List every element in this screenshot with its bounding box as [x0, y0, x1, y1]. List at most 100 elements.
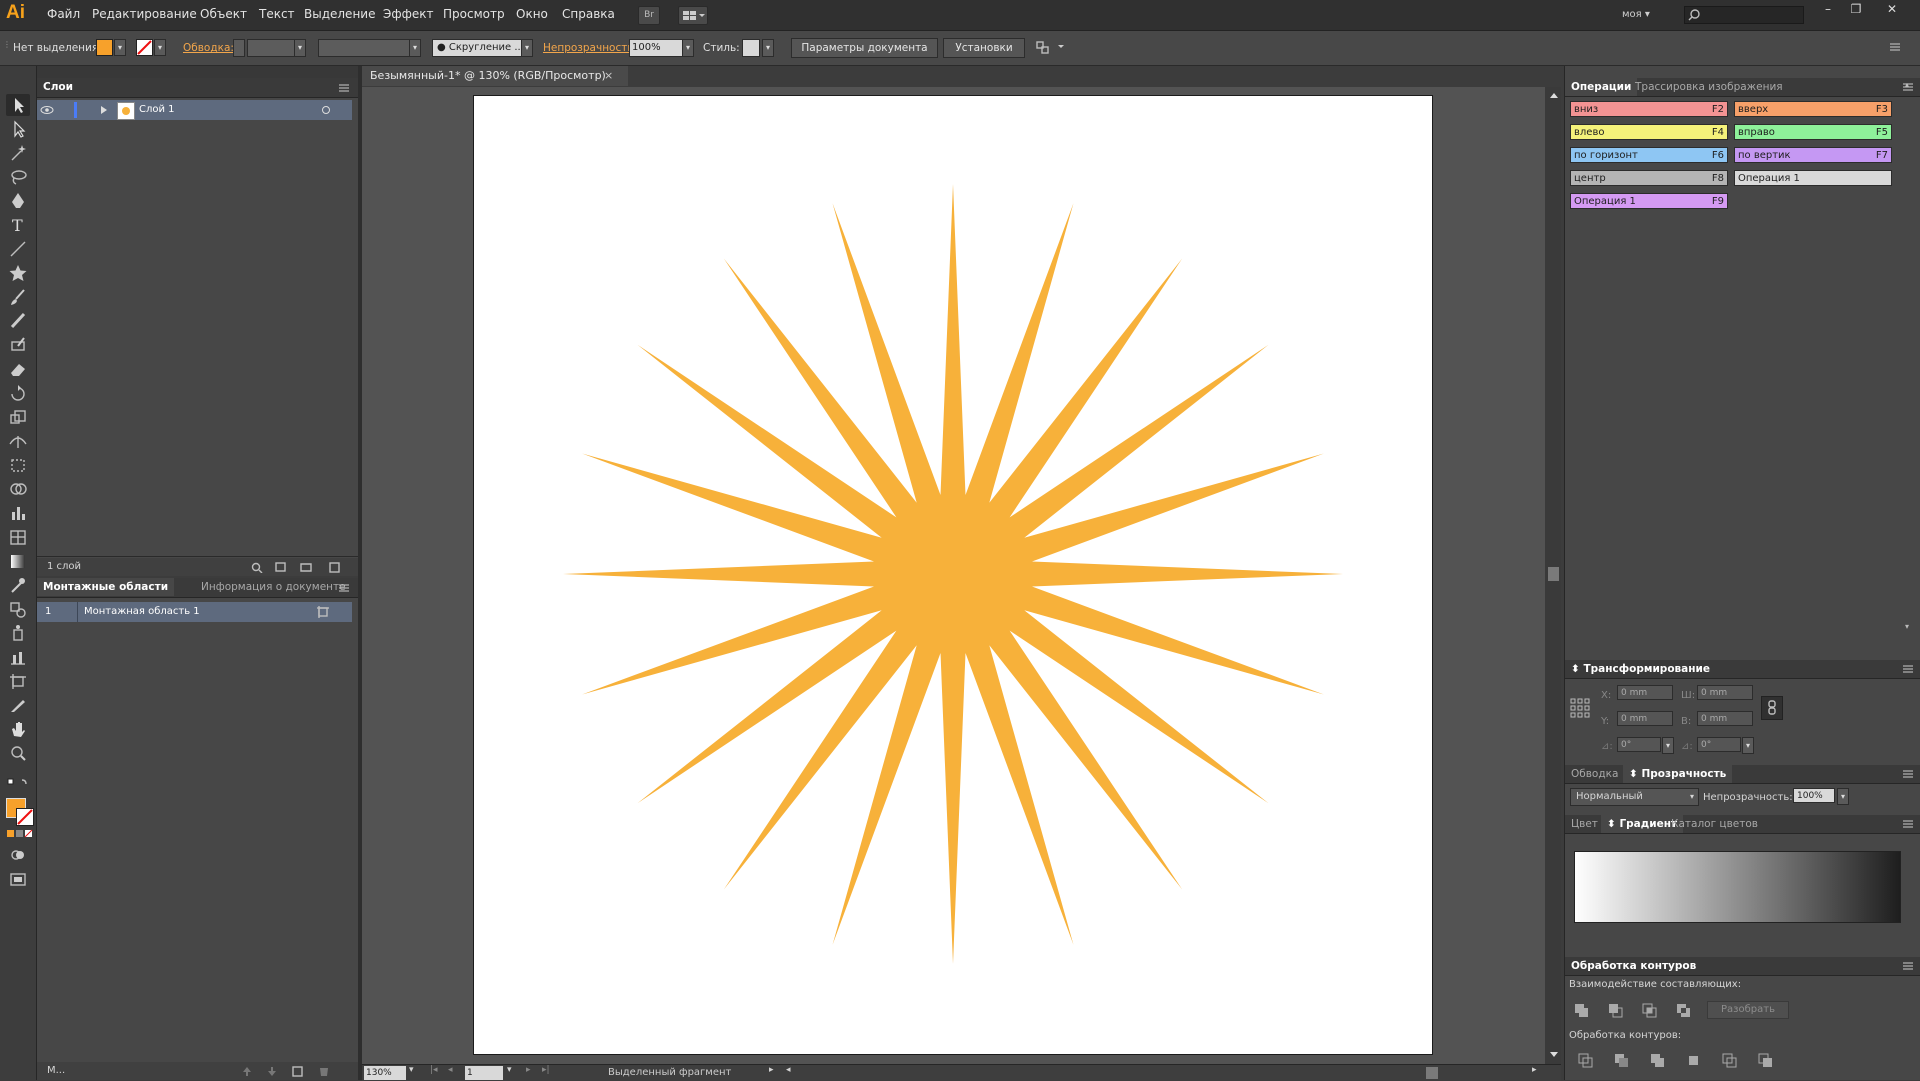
last-artboard-icon[interactable]: ▸|	[542, 1065, 550, 1075]
stroke-swatch[interactable]	[136, 39, 153, 56]
menu-window[interactable]: Окно	[516, 7, 548, 21]
fill-swatch[interactable]	[96, 39, 113, 56]
reference-point-icon[interactable]	[1570, 698, 1590, 718]
merge-icon[interactable]	[1649, 1052, 1667, 1068]
drawing-mode-tool[interactable]	[6, 844, 30, 866]
menu-file[interactable]: Файл	[47, 7, 80, 21]
tab-image-trace[interactable]: Трассировка изображения	[1629, 78, 1789, 96]
menu-help[interactable]: Справка	[562, 7, 615, 21]
panel-menu-icon[interactable]	[1901, 664, 1915, 674]
tab-swatches[interactable]: Каталог цветов	[1665, 815, 1764, 833]
tab-stroke[interactable]: Обводка	[1565, 765, 1624, 783]
type-tool[interactable]: T	[6, 214, 30, 236]
menu-effect[interactable]: Эффект	[383, 7, 434, 21]
gradient-preview[interactable]	[1574, 851, 1901, 923]
brush-dropdown[interactable]: ▾	[521, 39, 533, 57]
panel-menu-icon[interactable]	[1901, 769, 1915, 779]
tab-document-info[interactable]: Информация о документе	[195, 578, 352, 596]
transparency-opacity-field[interactable]: 100%	[1793, 788, 1835, 803]
menu-view[interactable]: Просмотр	[443, 7, 505, 21]
scroll-up-icon[interactable]	[1549, 91, 1559, 99]
default-colors-icon[interactable]	[6, 778, 30, 788]
stroke-weight-stepper[interactable]	[233, 39, 245, 57]
mesh-tool[interactable]	[6, 526, 30, 548]
stroke-label[interactable]: Обводка:	[183, 42, 234, 54]
divide-icon[interactable]	[1577, 1052, 1595, 1068]
starburst-shape[interactable]	[563, 184, 1343, 964]
menu-edit[interactable]: Редактирование	[92, 7, 197, 21]
eraser-tool[interactable]	[6, 358, 30, 380]
eyedropper-tool[interactable]	[6, 574, 30, 596]
hand-tool[interactable]	[6, 718, 30, 740]
blend-tool[interactable]	[6, 598, 30, 620]
unite-icon[interactable]	[1573, 1002, 1591, 1018]
opacity-dropdown[interactable]: ▾	[682, 39, 694, 57]
prev-artboard-icon[interactable]: ◂	[448, 1065, 453, 1075]
graph-tool[interactable]	[6, 502, 30, 524]
artboard-tool[interactable]	[6, 670, 30, 692]
minus-front-icon[interactable]	[1607, 1002, 1625, 1018]
action-button[interactable]: Операция 1 F9	[1570, 193, 1728, 209]
artboard-options-icon[interactable]	[316, 605, 330, 619]
artboard[interactable]	[473, 95, 1433, 1055]
arrange-documents-button[interactable]	[678, 6, 708, 25]
expand-button[interactable]: Разобрать	[1707, 1001, 1789, 1019]
stroke-weight-dropdown[interactable]: ▾	[294, 39, 306, 57]
fill-dropdown[interactable]: ▾	[114, 39, 126, 56]
line-tool[interactable]	[6, 238, 30, 260]
scroll-right-icon[interactable]: ▸	[1532, 1065, 1537, 1075]
star-tool[interactable]	[6, 262, 30, 284]
target-circle-icon[interactable]	[321, 105, 331, 115]
style-dropdown[interactable]: ▾	[762, 39, 774, 57]
scroll-down-icon[interactable]	[1549, 1051, 1559, 1059]
free-transform-tool[interactable]	[6, 454, 30, 476]
zoom-field[interactable]: 130%	[364, 1066, 406, 1080]
new-sublayer-icon[interactable]	[299, 561, 315, 573]
stroke-dropdown[interactable]: ▾	[154, 39, 166, 56]
stroke-weight-field[interactable]	[247, 39, 295, 57]
artboard-name[interactable]: Монтажная область 1	[84, 606, 200, 617]
outline-icon[interactable]	[1721, 1052, 1739, 1068]
menu-object[interactable]: Объект	[200, 7, 247, 21]
action-button[interactable]: по вертик F7	[1734, 147, 1892, 163]
y-field[interactable]: 0 mm	[1617, 711, 1673, 726]
zoom-tool[interactable]	[6, 742, 30, 764]
panel-menu-icon[interactable]	[1901, 961, 1915, 971]
blend-mode-select[interactable]: Нормальный ▾	[1570, 788, 1699, 806]
first-artboard-icon[interactable]: |◂	[430, 1065, 438, 1075]
pencil-tool[interactable]	[6, 310, 30, 332]
bridge-button[interactable]: Br	[638, 6, 660, 25]
direct-selection-tool[interactable]	[6, 118, 30, 140]
next-artboard-icon[interactable]: ▸	[526, 1065, 531, 1075]
horizontal-scroll-thumb[interactable]	[1426, 1067, 1438, 1079]
preferences-button[interactable]: Установки	[943, 38, 1025, 58]
expand-triangle-icon[interactable]	[99, 105, 109, 115]
arrange-icon[interactable]	[1035, 40, 1065, 56]
visibility-eye-icon[interactable]	[40, 103, 54, 117]
menu-select[interactable]: Выделение	[304, 7, 375, 21]
tab-transform[interactable]: ⬍ Трансформирование	[1565, 660, 1716, 678]
tab-actions[interactable]: Операции	[1565, 78, 1638, 96]
panel-menu-icon[interactable]	[1901, 819, 1915, 829]
selection-tool[interactable]	[6, 94, 30, 116]
close-tab-icon[interactable]: ×	[604, 66, 613, 86]
brush-field[interactable]: ● Скругление ...	[432, 39, 526, 57]
style-swatch[interactable]	[742, 39, 760, 57]
tab-transparency[interactable]: ⬍ Прозрачность	[1623, 765, 1733, 783]
action-button[interactable]: центр F8	[1570, 170, 1728, 186]
menu-type[interactable]: Текст	[259, 7, 295, 21]
search-input[interactable]	[1684, 6, 1804, 24]
variable-width-field[interactable]	[318, 39, 410, 57]
shape-builder-tool[interactable]	[6, 478, 30, 500]
control-menu-icon[interactable]	[1888, 41, 1902, 53]
action-button[interactable]: вверх F3	[1734, 101, 1892, 117]
workspace-switcher[interactable]: моя ▾	[1622, 9, 1650, 20]
artboard-number-field[interactable]: 1	[465, 1066, 503, 1080]
paintbrush-tool[interactable]	[6, 286, 30, 308]
opacity-field[interactable]: 100%	[629, 39, 683, 57]
minimize-button[interactable]: –	[1816, 2, 1840, 18]
new-layer-icon[interactable]	[327, 561, 341, 573]
stroke-color-swatch[interactable]	[16, 808, 34, 826]
crop-icon[interactable]	[1685, 1052, 1703, 1068]
scroll-left-icon[interactable]: ◂	[786, 1065, 791, 1075]
